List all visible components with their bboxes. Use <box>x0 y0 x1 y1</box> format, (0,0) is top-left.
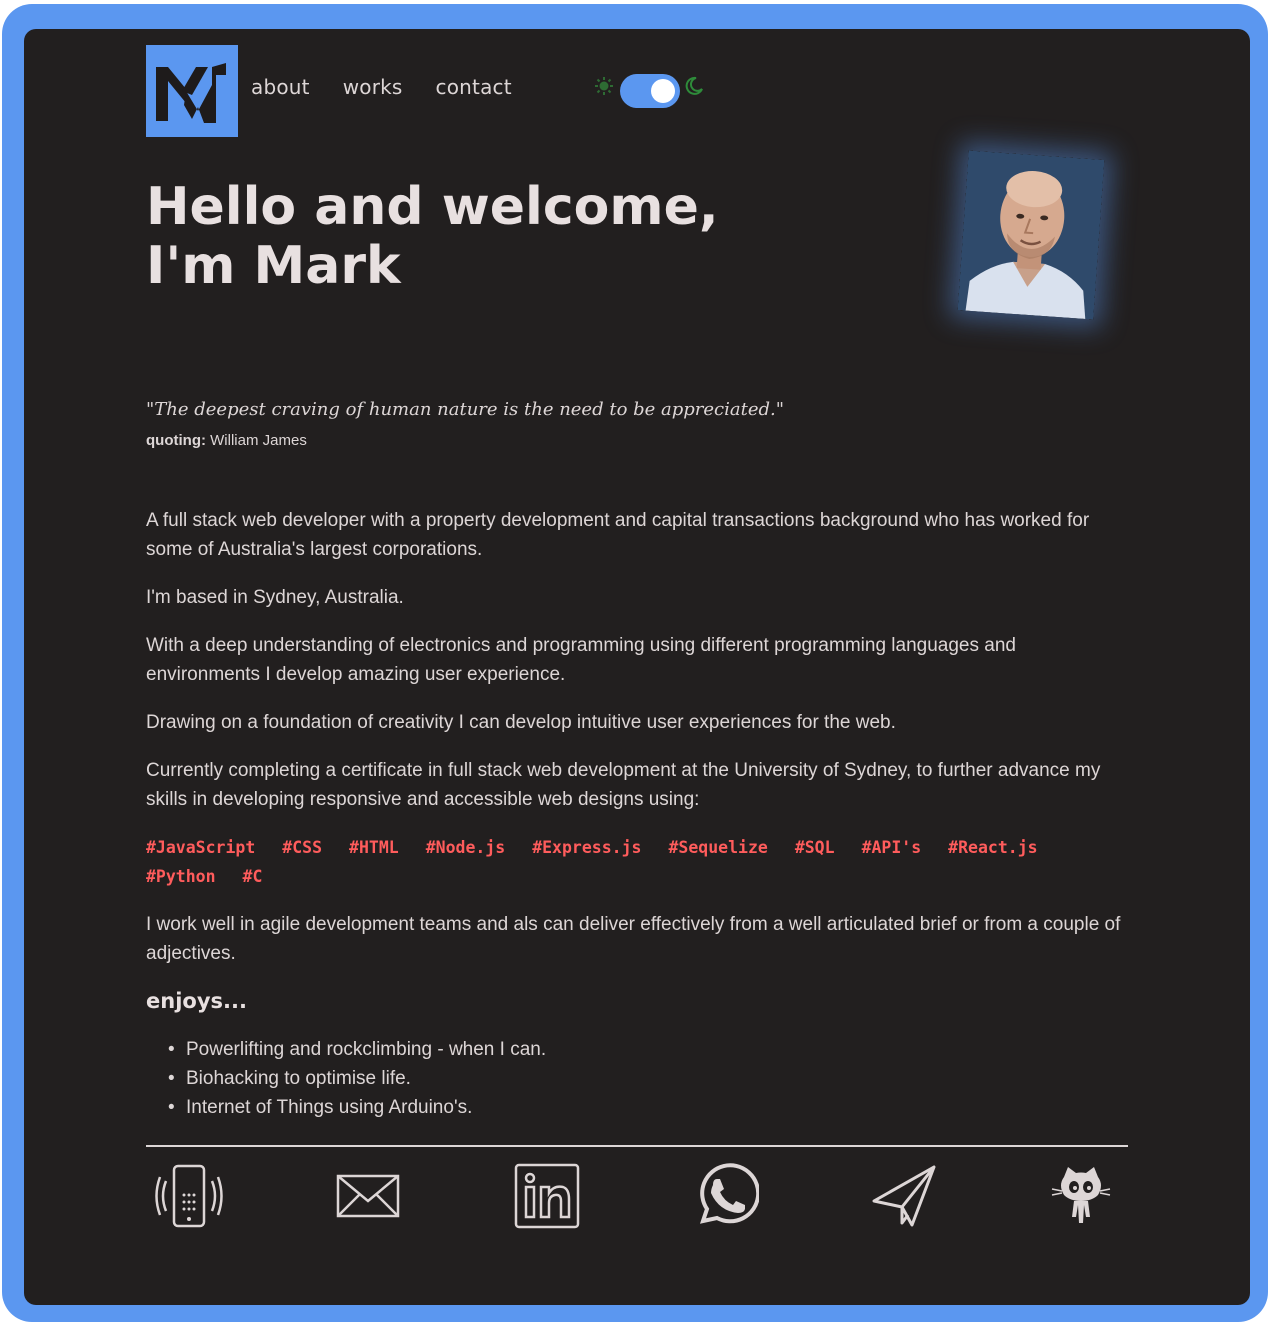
about-paragraph-1: A full stack web developer with a proper… <box>146 510 1090 560</box>
moon-icon <box>685 76 703 95</box>
list-item: Powerlifting and rockclimbing - when I c… <box>168 1035 1128 1064</box>
whatsapp-icon <box>699 1163 761 1224</box>
skill-tag: #Express.js <box>532 838 642 857</box>
list-item: Biohacking to optimise life. <box>168 1064 1128 1093</box>
skill-tag: #HTML <box>349 838 399 857</box>
mw-logo-icon <box>156 63 226 123</box>
email-icon <box>336 1174 400 1218</box>
about-section: A full stack web developer with a proper… <box>146 506 1128 1122</box>
about-paragraph-3: With a deep understanding of electronics… <box>146 635 1016 685</box>
nav-works[interactable]: works <box>343 75 403 99</box>
social-links <box>146 1163 1128 1229</box>
title-line-2: I'm Mark <box>146 236 401 296</box>
nav-about[interactable]: about <box>251 75 310 99</box>
sun-icon <box>595 77 613 95</box>
email-link[interactable] <box>334 1163 404 1229</box>
linkedin-icon <box>514 1163 580 1229</box>
profile-photo <box>957 150 1105 320</box>
phone-icon <box>155 1164 223 1228</box>
footer-divider <box>146 1145 1128 1147</box>
content: about works contact Hello and welcome, I… <box>146 45 1128 1229</box>
portrait-image <box>957 150 1105 320</box>
skill-tag: #Sequelize <box>668 838 768 857</box>
github-link[interactable] <box>1046 1163 1116 1229</box>
skill-tag: #SQL <box>794 838 835 857</box>
skill-tag: #C <box>242 867 263 886</box>
list-item: Internet of Things using Arduino's. <box>168 1093 1128 1122</box>
skill-tag: #Python <box>146 867 216 886</box>
title-line-1: Hello and welcome, <box>146 177 719 237</box>
logo-link[interactable] <box>146 45 238 137</box>
whatsapp-link[interactable] <box>689 1163 761 1229</box>
about-paragraph-5: Currently completing a certificate in fu… <box>146 760 1101 810</box>
skill-tag: #Node.js <box>425 838 506 857</box>
page-title: Hello and welcome, I'm Mark <box>146 178 719 296</box>
skills-list: #JavaScript #CSS #HTML #Node.js #Express… <box>146 833 1128 891</box>
skill-tag: #React.js <box>948 838 1038 857</box>
header: about works contact <box>146 45 1128 137</box>
skill-tag: #API's <box>861 838 922 857</box>
quote-author: William James <box>205 432 307 449</box>
about-paragraph-4: Drawing on a foundation of creativity I … <box>146 712 896 733</box>
telegram-link[interactable] <box>868 1163 938 1229</box>
quote-text: "The deepest craving of human nature is … <box>146 399 785 420</box>
about-paragraph-6: I work well in agile development teams a… <box>146 914 1121 964</box>
telegram-icon <box>872 1165 936 1227</box>
page-frame: about works contact Hello and welcome, I… <box>2 4 1268 1322</box>
main-panel: about works contact Hello and welcome, I… <box>24 29 1250 1305</box>
linkedin-link[interactable] <box>511 1163 581 1229</box>
skill-tag: #CSS <box>282 838 323 857</box>
quote-source: quoting: William James <box>146 432 307 449</box>
skill-tag: #JavaScript <box>146 838 256 857</box>
toggle-knob <box>651 79 675 103</box>
enjoys-list: Powerlifting and rockclimbing - when I c… <box>168 1035 1128 1122</box>
theme-toggle-group <box>594 72 706 108</box>
github-icon <box>1051 1167 1111 1223</box>
theme-toggle[interactable] <box>620 74 680 108</box>
about-paragraph-2: I'm based in Sydney, Australia. <box>146 587 404 608</box>
quote-prefix: quoting: <box>146 432 206 449</box>
nav-contact[interactable]: contact <box>436 75 512 99</box>
main-nav: about works contact <box>251 75 512 99</box>
phone-link[interactable] <box>154 1163 224 1229</box>
enjoys-heading: enjoys... <box>146 989 247 1013</box>
